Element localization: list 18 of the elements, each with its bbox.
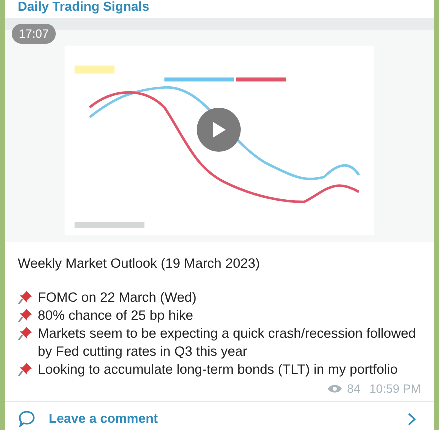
message-heading: Weekly Market Outlook (19 March 2023) [18,255,262,273]
pushpin-icon [18,290,33,305]
pushpin-icon [18,308,33,323]
channel-title[interactable]: Daily Trading Signals [18,0,150,18]
play-icon [211,121,227,139]
message-line: Looking to accumulate long-term bonds (TLT) in my portfolio [38,361,398,379]
message-line: FOMC on 22 March (Wed) [38,289,197,307]
message-time: 10:59 PM [370,381,421,398]
comment-icon [18,410,36,428]
message-line: Markets seem to be expecting a quick crash/recession followed by Fed cutting rates in Q3 this year [38,325,418,361]
leave-comment-link[interactable]: Leave a comment [49,411,158,427]
pushpin-icon [18,326,33,341]
message-line: 80% chance of 25 bp hike [38,307,194,325]
duration-badge: 17:07 [12,24,56,44]
view-count: 84 [347,381,361,398]
pushpin-icon [18,362,33,377]
chevron-right-icon[interactable] [408,412,416,426]
eye-icon [328,384,342,394]
